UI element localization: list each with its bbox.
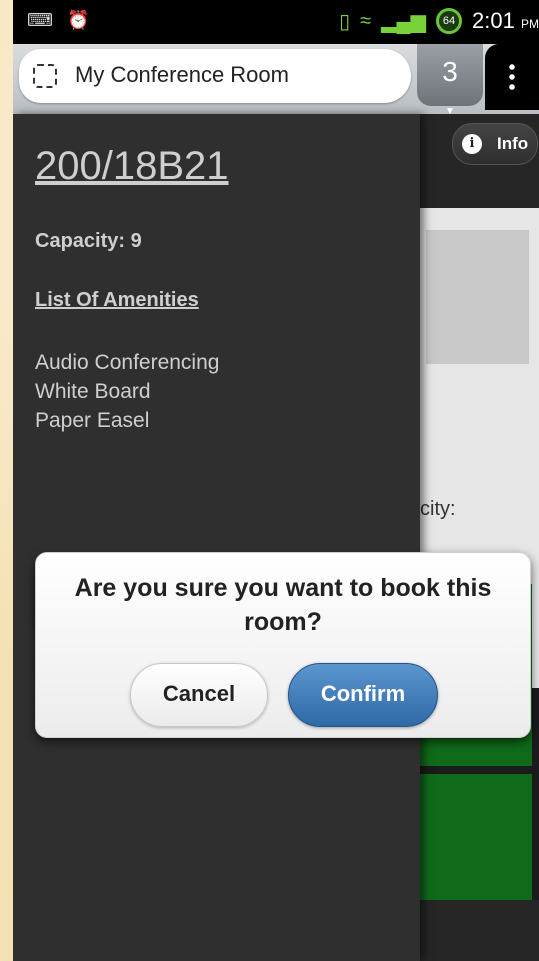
capacity-fragment: city: — [420, 498, 456, 520]
amenity-item: Audio Conferencing — [35, 351, 220, 374]
amenity-item: Paper Easel — [35, 409, 150, 432]
detail-footer — [420, 900, 539, 961]
detail-header: i Info — [420, 114, 539, 208]
confirm-button[interactable]: Confirm — [288, 663, 438, 727]
alarm-clock-icon: ⏰ — [66, 10, 90, 30]
signal-icon: ▂▄▆ — [381, 10, 427, 33]
confirm-booking-dialog: Are you sure you want to book this room?… — [35, 552, 531, 738]
timeslot-block[interactable] — [420, 774, 532, 900]
tabs-button[interactable]: 3 ▼ — [417, 44, 483, 117]
room-info-panel: 200/18B21 Capacity: 9 List Of Amenities … — [13, 114, 420, 961]
room-detail-pane: i Info city: — [420, 114, 539, 961]
phone-screen: ⌨ ⏰ ▯ ≈ ▂▄▆ 64 2:01 PM My Conference Roo… — [13, 0, 539, 961]
page-content: i Info city: 200/18B21 Capacity: 9 List … — [13, 114, 539, 961]
overflow-menu-button[interactable] — [485, 44, 539, 110]
url-bar[interactable]: My Conference Room — [19, 49, 411, 103]
info-icon: i — [462, 134, 482, 154]
amenity-item: White Board — [35, 380, 151, 403]
wifi-icon: ≈ — [360, 9, 372, 32]
clock-suffix: PM — [521, 17, 539, 31]
room-capacity: Capacity: 9 — [35, 230, 142, 252]
browser-toolbar: My Conference Room 3 ▼ — [13, 44, 539, 117]
room-name-link[interactable]: 200/18B21 — [35, 144, 229, 189]
status-bar: ⌨ ⏰ ▯ ≈ ▂▄▆ 64 2:01 PM — [13, 0, 539, 44]
clock: 2:01 PM — [472, 8, 539, 34]
menu-dots-icon — [509, 62, 515, 92]
vibrate-icon: ▯ — [339, 10, 351, 33]
battery-icon: 64 — [436, 8, 463, 34]
tab-count: 3 — [442, 56, 458, 87]
room-image-placeholder — [426, 230, 529, 364]
amenities-heading-link[interactable]: List Of Amenities — [35, 289, 199, 312]
amenities-list: Audio Conferencing White Board Paper Eas… — [35, 348, 219, 435]
keyboard-icon: ⌨ — [27, 10, 53, 30]
cancel-button[interactable]: Cancel — [130, 663, 268, 727]
battery-level: 64 — [442, 15, 456, 27]
info-button[interactable]: i Info — [452, 123, 538, 165]
page-title: My Conference Room — [75, 62, 289, 87]
dialog-message: Are you sure you want to book this room? — [74, 574, 492, 636]
page-placeholder-icon — [33, 64, 57, 88]
clock-time: 2:01 — [472, 8, 515, 33]
info-label: Info — [497, 134, 529, 153]
